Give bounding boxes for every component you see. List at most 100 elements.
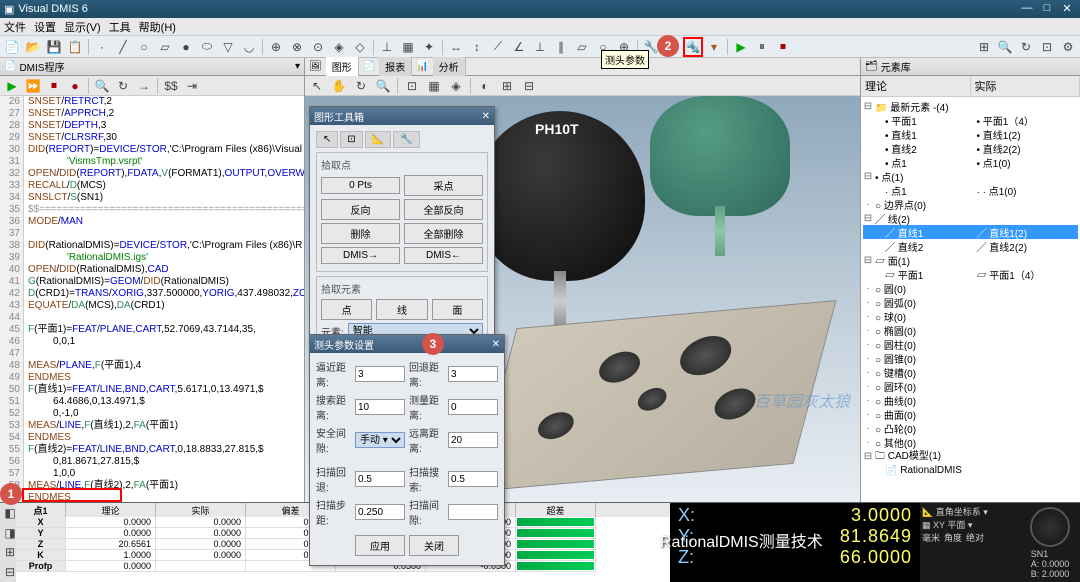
- tab-analysis[interactable]: 分析: [433, 57, 466, 76]
- toolbox-pick-button[interactable]: 采点: [404, 175, 483, 196]
- scan-inc-input[interactable]: [448, 504, 498, 520]
- tree-row[interactable]: ⊟▱ 面(1): [863, 253, 1078, 267]
- tree-row[interactable]: • 点1• 点1(0): [863, 155, 1078, 169]
- tree-row[interactable]: · 点1· · 点1(0): [863, 183, 1078, 197]
- tree-row[interactable]: ·○ 凸轮(0): [863, 421, 1078, 435]
- coord-icon[interactable]: ✦: [419, 37, 439, 57]
- view4-icon[interactable]: ⊡: [1037, 37, 1057, 57]
- tree-row[interactable]: ⊟╱ 线(2): [863, 211, 1078, 225]
- tab-report[interactable]: 报表: [379, 57, 412, 76]
- vp-pan-icon[interactable]: ✋: [329, 76, 349, 96]
- tree-row[interactable]: ·○ 边界点(0): [863, 197, 1078, 211]
- code-line[interactable]: 30DID(REPORT)=DEVICE/STOR,'C:\Program Fi…: [0, 144, 304, 156]
- dialog-toolbox-close-icon[interactable]: ✕: [482, 111, 490, 122]
- code-line[interactable]: 49ENDMES: [0, 372, 304, 384]
- tree-row[interactable]: ⊟📁 最新元素 -(4): [863, 99, 1078, 113]
- code-line[interactable]: 54ENDMES: [0, 432, 304, 444]
- tree-row[interactable]: ·○ 曲线(0): [863, 393, 1078, 407]
- angle-icon[interactable]: ∠: [509, 37, 529, 57]
- code-line[interactable]: 26SNSET/RETRCT,2: [0, 96, 304, 108]
- far-dist-input[interactable]: [448, 432, 498, 448]
- close-button[interactable]: ✕: [1058, 2, 1076, 16]
- code-line[interactable]: 55F(直线2)=FEAT/LINE,BND,CART,0,18.8833,27…: [0, 444, 304, 456]
- tree-row[interactable]: • 直线2• 直线2(2): [863, 141, 1078, 155]
- toolbox-tab-2[interactable]: ⊡: [340, 131, 362, 148]
- code-line[interactable]: 28SNSET/DEPTH,3: [0, 120, 304, 132]
- toolbox-point-button[interactable]: 点: [321, 299, 372, 320]
- dialog-params-title[interactable]: 测头参数设置 3 ✕: [310, 335, 504, 353]
- view2-icon[interactable]: 🔍: [995, 37, 1015, 57]
- toolbox-delete-button[interactable]: 删除: [321, 223, 400, 244]
- code-line[interactable]: 51 64.4686,0,13.4971,$: [0, 396, 304, 408]
- toolbox-pts-button[interactable]: 0 Pts: [321, 177, 400, 194]
- toolbox-tab-1[interactable]: ↖: [316, 131, 338, 148]
- prog-goto-icon[interactable]: →: [134, 76, 154, 96]
- tree-row[interactable]: ·○ 球(0): [863, 309, 1078, 323]
- code-line[interactable]: 35$$====================================…: [0, 204, 304, 216]
- cone-icon[interactable]: ▽: [218, 37, 238, 57]
- dim2-icon[interactable]: ↕: [467, 37, 487, 57]
- code-line[interactable]: 47: [0, 348, 304, 360]
- code-line[interactable]: 53MEAS/LINE,F(直线1),2,FA(平面1): [0, 420, 304, 432]
- code-line[interactable]: 41G(RationalDMIS)=GEOM/DID(RationalDMIS): [0, 276, 304, 288]
- code-line[interactable]: 29SNSET/CLRSRF,30: [0, 132, 304, 144]
- vp-select-icon[interactable]: ↖: [307, 76, 327, 96]
- code-line[interactable]: 31 'VismsTmp.vsrpt': [0, 156, 304, 168]
- code-line[interactable]: 44: [0, 312, 304, 324]
- retract-dist-input[interactable]: [448, 366, 498, 382]
- tree-row[interactable]: ╱ 直线1╱ 直线1(2): [863, 225, 1078, 239]
- toolbox-reverse-button[interactable]: 反向: [321, 199, 400, 220]
- construct4-icon[interactable]: ◈: [329, 37, 349, 57]
- pause-icon[interactable]: ⏸: [752, 37, 772, 57]
- code-line[interactable]: 32OPEN/DID(REPORT),FDATA,V(FORMAT1),OUTP…: [0, 168, 304, 180]
- scan-search-input[interactable]: [448, 471, 498, 487]
- arc-icon[interactable]: ◡: [239, 37, 259, 57]
- toolbox-tab-4[interactable]: 🔧: [393, 131, 419, 148]
- code-line[interactable]: 27SNSET/APPRCH,2: [0, 108, 304, 120]
- toolbox-line-button[interactable]: 线: [376, 299, 427, 320]
- save-icon[interactable]: 💾: [44, 37, 64, 57]
- tree-row[interactable]: ⊟🗀 CAD模型(1): [863, 449, 1078, 463]
- open-icon[interactable]: 📂: [23, 37, 43, 57]
- code-line[interactable]: 43EQUATE/DA(MCS),DA(CRD1): [0, 300, 304, 312]
- tree-row[interactable]: ⊟• 点(1): [863, 169, 1078, 183]
- approach-dist-input[interactable]: [355, 366, 405, 382]
- probe3-icon[interactable]: ▾: [704, 37, 724, 57]
- prog-indent-icon[interactable]: ⇥: [182, 76, 202, 96]
- prog-new-icon[interactable]: ▶: [2, 76, 22, 96]
- tree-row[interactable]: ▱ 平面1▱ 平面1（4）: [863, 267, 1078, 281]
- tree-row[interactable]: ·○ 圆(0): [863, 281, 1078, 295]
- abs-label[interactable]: 绝对: [966, 531, 984, 544]
- dim1-icon[interactable]: ↔: [446, 37, 466, 57]
- perp-icon[interactable]: ⊥: [530, 37, 550, 57]
- toolbox-plane-button[interactable]: 面: [432, 299, 483, 320]
- tree-row[interactable]: ·○ 圆弧(0): [863, 295, 1078, 309]
- scan-feed-input[interactable]: [355, 471, 405, 487]
- vp-iso-icon[interactable]: ◈: [446, 76, 466, 96]
- probe-params-icon[interactable]: 🔩2: [683, 37, 703, 57]
- search-dist-input[interactable]: [355, 399, 405, 415]
- sphere-icon[interactable]: ●: [176, 37, 196, 57]
- toolbox-delall-button[interactable]: 全部删除: [404, 223, 483, 244]
- menu-tools[interactable]: 工具: [109, 19, 131, 35]
- flatness-icon[interactable]: ▱: [572, 37, 592, 57]
- code-line[interactable]: 46 0,0,1: [0, 336, 304, 348]
- new-icon[interactable]: 📄: [2, 37, 22, 57]
- circle-icon[interactable]: ○: [134, 37, 154, 57]
- view1-icon[interactable]: ⊞: [974, 37, 994, 57]
- play-icon[interactable]: ▶: [731, 37, 751, 57]
- toolbox-allreverse-button[interactable]: 全部反向: [404, 199, 483, 220]
- tree-row[interactable]: ·○ 圆柱(0): [863, 337, 1078, 351]
- safe-clear-select[interactable]: 手动 ▾: [355, 432, 405, 448]
- dialog-params-close-icon[interactable]: ✕: [492, 339, 500, 350]
- parallel-icon[interactable]: ∥: [551, 37, 571, 57]
- plane-label[interactable]: ▦ XY 平面 ▾: [922, 518, 1018, 531]
- construct2-icon[interactable]: ⊗: [287, 37, 307, 57]
- maximize-button[interactable]: □: [1038, 2, 1056, 16]
- menu-settings[interactable]: 设置: [34, 19, 56, 35]
- tree-row[interactable]: • 平面1• 平面1（4）: [863, 113, 1078, 127]
- scan-step-input[interactable]: [355, 504, 405, 520]
- prog-step-icon[interactable]: ⏩: [23, 76, 43, 96]
- line-icon[interactable]: ╱: [113, 37, 133, 57]
- code-line[interactable]: 39 'RationalDMIS.igs': [0, 252, 304, 264]
